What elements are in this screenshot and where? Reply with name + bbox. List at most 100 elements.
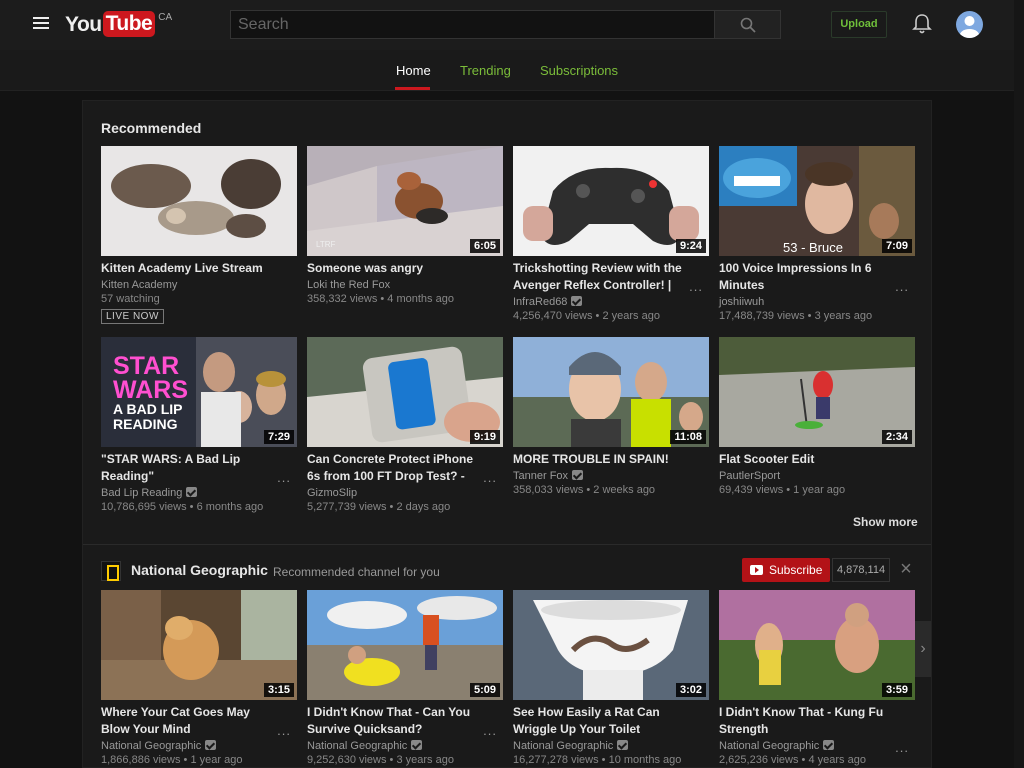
subscribe-button[interactable]: Subscribe bbox=[742, 558, 830, 582]
video-meta: 5,277,739 views • 2 days ago bbox=[307, 501, 451, 513]
channel-name[interactable]: Kitten Academy bbox=[101, 279, 177, 291]
channel-shelf-title[interactable]: National Geographic bbox=[131, 562, 268, 578]
video-title[interactable]: Trickshotting Review with the Avenger Re… bbox=[513, 260, 693, 294]
video-thumbnail[interactable]: 53 - Bruce 7:09 bbox=[719, 146, 915, 256]
video-thumbnail[interactable]: 3:59 bbox=[719, 590, 915, 700]
channel-label: National Geographic bbox=[307, 740, 408, 752]
menu-icon[interactable] bbox=[33, 17, 49, 31]
verified-icon bbox=[186, 487, 198, 497]
video-meta: 69,439 views • 1 year ago bbox=[719, 484, 846, 496]
channel-name[interactable]: Bad Lip Reading bbox=[101, 487, 198, 499]
video-thumbnail[interactable]: 2:34 bbox=[719, 337, 915, 447]
channel-name[interactable]: GizmoSlip bbox=[307, 487, 357, 499]
more-options-icon[interactable]: ... bbox=[277, 723, 291, 738]
thumbnail-caption: 53 - Bruce bbox=[783, 240, 843, 255]
video-title[interactable]: I Didn't Know That - Kung Fu Strength bbox=[719, 704, 899, 738]
channel-name[interactable]: joshiiwuh bbox=[719, 296, 764, 308]
channel-name[interactable]: National Geographic bbox=[307, 740, 423, 752]
video-thumbnail[interactable]: 9:24 bbox=[513, 146, 709, 256]
video-duration: 2:34 bbox=[881, 430, 912, 444]
video-duration: 3:15 bbox=[263, 683, 294, 697]
video-card[interactable]: 3:02 See How Easily a Rat Can Wriggle Up… bbox=[513, 590, 709, 768]
upload-button[interactable]: Upload bbox=[831, 11, 887, 38]
video-duration: 7:09 bbox=[881, 239, 912, 253]
video-card[interactable]: 5:09 I Didn't Know That - Can You Surviv… bbox=[307, 590, 503, 768]
video-card[interactable]: 11:08 MORE TROUBLE IN SPAIN! Tanner Fox … bbox=[513, 337, 709, 517]
verified-icon bbox=[205, 740, 217, 750]
video-title[interactable]: Kitten Academy Live Stream bbox=[101, 260, 281, 277]
thumbnail-subtitle-bad-lip: A BAD LIP bbox=[113, 401, 183, 417]
video-meta: 4,256,470 views • 2 years ago bbox=[513, 310, 660, 322]
more-options-icon[interactable]: ... bbox=[277, 470, 291, 485]
channel-name[interactable]: Loki the Red Fox bbox=[307, 279, 390, 291]
channel-label: National Geographic bbox=[101, 740, 202, 752]
video-title[interactable]: Can Concrete Protect iPhone 6s from 100 … bbox=[307, 451, 487, 485]
video-card[interactable]: 3:59 I Didn't Know That - Kung Fu Streng… bbox=[719, 590, 915, 768]
video-thumbnail[interactable] bbox=[101, 146, 297, 256]
video-meta: 9,252,630 views • 3 years ago bbox=[307, 754, 454, 766]
video-card[interactable]: Kitten Academy Live Stream Kitten Academ… bbox=[101, 146, 297, 326]
video-title[interactable]: I Didn't Know That - Can You Survive Qui… bbox=[307, 704, 487, 738]
search-button[interactable] bbox=[714, 10, 781, 39]
channel-name[interactable]: National Geographic bbox=[513, 740, 629, 752]
more-options-icon[interactable]: ... bbox=[483, 470, 497, 485]
video-title[interactable]: 100 Voice Impressions In 6 Minutes bbox=[719, 260, 899, 294]
video-thumbnail[interactable]: 3:02 bbox=[513, 590, 709, 700]
video-thumbnail[interactable]: 5:09 bbox=[307, 590, 503, 700]
video-thumbnail[interactable]: 9:19 bbox=[307, 337, 503, 447]
show-more-button[interactable]: Show more bbox=[853, 515, 918, 529]
video-meta: 16,277,278 views • 10 months ago bbox=[513, 754, 682, 766]
video-meta: 358,033 views • 2 weeks ago bbox=[513, 484, 656, 496]
search-input[interactable] bbox=[230, 10, 715, 39]
channel-logo-icon[interactable] bbox=[101, 561, 121, 581]
more-options-icon[interactable]: ... bbox=[895, 740, 909, 755]
video-thumbnail[interactable]: 11:08 bbox=[513, 337, 709, 447]
tab-trending[interactable]: Trending bbox=[460, 63, 511, 78]
channel-name[interactable]: PautlerSport bbox=[719, 470, 780, 482]
video-duration: 3:59 bbox=[881, 683, 912, 697]
video-card[interactable]: 2:34 Flat Scooter Edit PautlerSport 69,4… bbox=[719, 337, 915, 517]
video-thumbnail[interactable]: STAR WARS A BAD LIP READING 7:29 bbox=[101, 337, 297, 447]
video-duration: 5:09 bbox=[469, 683, 500, 697]
video-card[interactable]: 9:19 Can Concrete Protect iPhone 6s from… bbox=[307, 337, 503, 517]
video-meta: 2,625,236 views • 4 years ago bbox=[719, 754, 866, 766]
close-icon[interactable]: × bbox=[895, 558, 917, 582]
region-code: CA bbox=[158, 12, 173, 23]
video-duration: 9:24 bbox=[675, 239, 706, 253]
video-card[interactable]: STAR WARS A BAD LIP READING 7:29 "STAR W… bbox=[101, 337, 297, 517]
video-title[interactable]: Someone was angry bbox=[307, 260, 487, 277]
channel-name[interactable]: Tanner Fox bbox=[513, 470, 584, 482]
avatar[interactable] bbox=[956, 11, 983, 38]
channel-name[interactable]: InfraRed68 bbox=[513, 296, 583, 308]
video-thumbnail[interactable]: 3:15 bbox=[101, 590, 297, 700]
video-title[interactable]: MORE TROUBLE IN SPAIN! bbox=[513, 451, 693, 468]
channel-name[interactable]: National Geographic bbox=[101, 740, 217, 752]
search-icon bbox=[740, 17, 756, 33]
video-title[interactable]: See How Easily a Rat Can Wriggle Up Your… bbox=[513, 704, 693, 738]
active-tab-indicator bbox=[395, 87, 430, 90]
video-card[interactable]: LTRF 6:05 Someone was angry Loki the Red… bbox=[307, 146, 503, 326]
video-card[interactable]: 3:15 Where Your Cat Goes May Blow Your M… bbox=[101, 590, 297, 768]
tab-home[interactable]: Home bbox=[396, 63, 431, 78]
more-options-icon[interactable]: ... bbox=[895, 279, 909, 294]
video-card[interactable]: 53 - Bruce 7:09 100 Voice Impressions In… bbox=[719, 146, 915, 326]
video-thumbnail[interactable]: LTRF 6:05 bbox=[307, 146, 503, 256]
youtube-logo[interactable]: You Tube CA bbox=[65, 11, 172, 39]
video-card[interactable]: 9:24 Trickshotting Review with the Aveng… bbox=[513, 146, 709, 326]
tab-subscriptions[interactable]: Subscriptions bbox=[540, 63, 618, 78]
video-duration: 11:08 bbox=[670, 430, 706, 444]
thumbnail-title-wars: WARS bbox=[113, 376, 188, 404]
bell-icon[interactable] bbox=[912, 13, 932, 35]
page-scrollbar[interactable] bbox=[1014, 0, 1024, 768]
logo-you: You bbox=[65, 13, 102, 36]
channel-name[interactable]: National Geographic bbox=[719, 740, 835, 752]
video-title[interactable]: "STAR WARS: A Bad Lip Reading" bbox=[101, 451, 281, 485]
shelf-next-arrow[interactable]: › bbox=[915, 621, 931, 677]
masthead: You Tube CA Upload bbox=[0, 0, 1014, 50]
more-options-icon[interactable]: ... bbox=[483, 723, 497, 738]
channel-label: National Geographic bbox=[719, 740, 820, 752]
verified-icon bbox=[572, 470, 584, 480]
video-title[interactable]: Where Your Cat Goes May Blow Your Mind bbox=[101, 704, 281, 738]
video-title[interactable]: Flat Scooter Edit bbox=[719, 451, 899, 468]
more-options-icon[interactable]: ... bbox=[689, 279, 703, 294]
